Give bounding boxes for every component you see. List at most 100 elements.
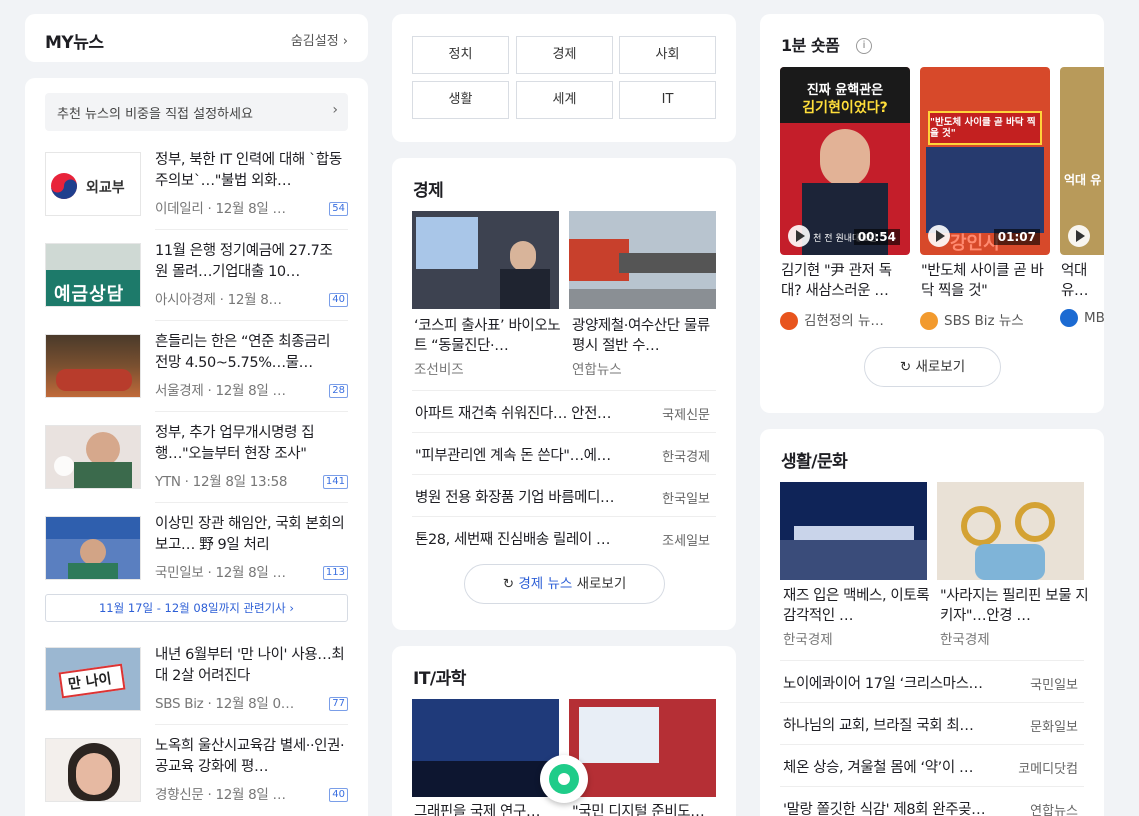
related-articles-link[interactable]: 11월 17일 - 12월 08일까지 관련기사 › xyxy=(45,594,348,622)
list-item[interactable]: '말랑 쫄깃한 식감' 제8회 완주곶… 연합뉴스 xyxy=(780,786,1084,816)
related-count-badge[interactable]: 40 xyxy=(329,293,348,307)
list-item[interactable]: 정부, 추가 업무개시명령 집행…"오늘부터 현장 조사" YTN · 12월 … xyxy=(45,425,348,507)
news-headline[interactable]: 체온 상승, 겨울철 몸에 ‘약’이 … xyxy=(783,756,1003,777)
press-name[interactable]: 연합뉴스 xyxy=(1030,800,1078,816)
news-headline[interactable]: 내년 6월부터 '만 나이' 사용…최대 2살 어려진다 xyxy=(155,645,345,687)
list-item[interactable]: 흔들리는 한은 “연준 최종금리 전망 4.50~5.75%…물… 서울경제 ·… xyxy=(45,334,348,416)
press-name[interactable]: 문화일보 xyxy=(1030,716,1078,735)
press-name[interactable]: 코메디닷컴 xyxy=(1018,758,1078,777)
news-source: SBS Biz · 12월 8일 0… xyxy=(155,696,295,712)
list-item[interactable]: 하나님의 교회, 브라질 국회 최… 문화일보 xyxy=(780,702,1084,744)
news-headline[interactable]: 하나님의 교회, 브라질 국회 최… xyxy=(783,714,1013,735)
news-thumbnail[interactable] xyxy=(412,211,559,309)
news-thumbnail[interactable] xyxy=(569,211,716,309)
list-item[interactable]: 톤28, 세번째 진심배송 릴레이 … 조세일보 xyxy=(412,516,716,558)
related-count-badge[interactable]: 113 xyxy=(322,566,348,580)
news-headline[interactable]: 노옥희 울산시교육감 별세··인권·공교육 강화에 평… xyxy=(155,736,345,778)
category-world[interactable]: 세계 xyxy=(516,81,613,119)
list-item[interactable]: 체온 상승, 겨울철 몸에 ‘약’이 … 코메디닷컴 xyxy=(780,744,1084,786)
press-name[interactable]: 국민일보 xyxy=(1030,674,1078,693)
short-video-card[interactable]: 진짜 윤핵관은 김기현이었다? 천 전 원내대표인 00:54 xyxy=(780,67,910,255)
list-item[interactable]: 노이에콰이어 17일 ‘크리스마스… 국민일보 xyxy=(780,660,1084,702)
divider xyxy=(155,724,348,725)
chevron-right-icon: › xyxy=(332,102,338,118)
short-video-card[interactable]: "반도체 사이클 곧 바닥 찍을 것" 강인시 01:07 xyxy=(920,67,1050,255)
news-source: 한국경제 xyxy=(940,632,990,648)
category-it[interactable]: IT xyxy=(619,81,716,119)
short-video-title[interactable]: 김기현 "尹 관저 독대? 새삼스러운 … xyxy=(781,261,911,301)
thumb-label: 예금상담 xyxy=(54,284,125,305)
list-item[interactable]: "피부관리엔 계속 돈 쓴다"…에… 한국경제 xyxy=(412,432,716,474)
news-headline[interactable]: 11월 은행 정기예금에 27.7조원 몰려…기업대출 10… xyxy=(155,241,345,283)
shorts-refresh-button[interactable]: ↻ 새로보기 xyxy=(864,347,1001,387)
press-name[interactable]: 한국경제 xyxy=(662,446,710,465)
floating-action-button[interactable] xyxy=(540,755,588,803)
news-headline[interactable]: 노이에콰이어 17일 ‘크리스마스… xyxy=(783,672,1013,693)
short-video-card[interactable]: 억대 유 xyxy=(1060,67,1104,255)
related-count-badge[interactable]: 141 xyxy=(322,475,348,489)
divider xyxy=(155,320,348,321)
thumb-shape xyxy=(68,563,118,579)
video-overlay-text: "반도체 사이클 곧 바닥 찍을 것" xyxy=(930,117,1036,139)
hide-settings-link[interactable]: 숨김설정 › xyxy=(291,30,348,49)
related-count-badge[interactable]: 40 xyxy=(329,788,348,802)
category-economy[interactable]: 경제 xyxy=(516,36,613,74)
news-headline[interactable]: 정부, 추가 업무개시명령 집행…"오늘부터 현장 조사" xyxy=(155,423,345,465)
category-politics[interactable]: 정치 xyxy=(412,36,509,74)
recommend-setting-bar[interactable]: 추천 뉴스의 비중을 직접 설정하세요 › xyxy=(45,93,348,131)
video-overlay-text: 억대 유 xyxy=(1064,173,1102,187)
list-item[interactable]: 외교부 정부, 북한 IT 인력에 대해 `합동주의보`…"불법 외화… 이데일… xyxy=(45,152,348,234)
thumb-shape xyxy=(975,544,1045,580)
news-thumbnail[interactable] xyxy=(412,699,559,797)
list-item[interactable]: 예금상담 11월 은행 정기예금에 27.7조원 몰려…기업대출 10… 아시아… xyxy=(45,243,348,325)
short-channel[interactable]: MB… xyxy=(1060,309,1104,327)
news-headline[interactable]: "사라지는 필리핀 보물 지키자"…안경 … xyxy=(940,586,1090,626)
short-channel[interactable]: SBS Biz 뉴스 xyxy=(920,309,1024,330)
news-source: 조선비즈 xyxy=(414,362,464,378)
list-item[interactable]: 만 나이 내년 6월부터 '만 나이' 사용…최대 2살 어려진다 SBS Bi… xyxy=(45,647,348,729)
section-title: 생활/문화 xyxy=(781,452,848,472)
news-headline[interactable]: "국민 디지털 준비도… xyxy=(572,802,722,816)
video-duration: 00:54 xyxy=(853,229,900,245)
list-item[interactable]: 노옥희 울산시교육감 별세··인권·공교육 강화에 평… 경향신문 · 12월 … xyxy=(45,738,348,816)
section-title: 경제 xyxy=(413,181,444,201)
news-headline[interactable]: ‘코스피 출사표’ 바이오노트 “동물진단·… xyxy=(414,316,564,356)
list-item[interactable]: 아파트 재건축 쉬워진다… 안전… 국제신문 xyxy=(412,390,716,432)
news-headline[interactable]: 정부, 북한 IT 인력에 대해 `합동주의보`…"불법 외화… xyxy=(155,150,345,192)
economy-refresh-button[interactable]: ↻ 경제 뉴스 새로보기 xyxy=(464,564,665,604)
related-count-badge[interactable]: 77 xyxy=(329,697,348,711)
related-count-badge[interactable]: 54 xyxy=(329,202,348,216)
press-name[interactable]: 국제신문 xyxy=(662,404,710,423)
thumb-shape xyxy=(579,707,659,763)
press-name[interactable]: 조세일보 xyxy=(662,530,710,549)
news-headline[interactable]: 병원 전용 화장품 기업 바름메디… xyxy=(415,486,643,507)
news-headline[interactable]: 흔들리는 한은 “연준 최종금리 전망 4.50~5.75%…물… xyxy=(155,332,345,374)
info-icon[interactable]: i xyxy=(856,38,872,54)
press-name[interactable]: 한국일보 xyxy=(662,488,710,507)
thumb-shape xyxy=(780,540,927,580)
category-life[interactable]: 생활 xyxy=(412,81,509,119)
news-thumbnail[interactable] xyxy=(569,699,716,797)
list-item[interactable]: 이상민 장관 해임안, 국회 본회의 보고… 野 9일 처리 국민일보 · 12… xyxy=(45,516,348,598)
news-headline[interactable]: 톤28, 세번째 진심배송 릴레이 … xyxy=(415,528,643,549)
news-headline[interactable]: 재즈 입은 맥베스, 이토록 감각적인 … xyxy=(783,586,933,626)
green-dot-icon xyxy=(549,764,579,794)
news-headline[interactable]: 그래핀을 국제 연구… xyxy=(414,802,564,816)
news-headline[interactable]: 이상민 장관 해임안, 국회 본회의 보고… 野 9일 처리 xyxy=(155,514,345,556)
list-item[interactable]: 병원 전용 화장품 기업 바름메디… 한국일보 xyxy=(412,474,716,516)
short-video-title[interactable]: "반도체 사이클 곧 바닥 찍을 것" xyxy=(921,261,1051,301)
short-video-title[interactable]: 억대 유… 작한 금… xyxy=(1061,261,1104,301)
news-headline[interactable]: "피부관리엔 계속 돈 쓴다"…에… xyxy=(415,444,643,465)
news-thumbnail[interactable] xyxy=(780,482,927,580)
news-headline[interactable]: 아파트 재건축 쉬워진다… 안전… xyxy=(415,402,643,423)
video-overlay-text: 김기현이었다? xyxy=(802,100,888,116)
news-headline[interactable]: 광양제철·여수산단 물류 평시 절반 수… xyxy=(572,316,722,356)
news-thumbnail[interactable] xyxy=(937,482,1084,580)
thumb-shape xyxy=(510,241,536,271)
refresh-button-label: 새로보기 xyxy=(915,359,966,375)
news-headline[interactable]: '말랑 쫄깃한 식감' 제8회 완주곶… xyxy=(783,798,1013,816)
news-source: 경향신문 · 12월 8일 … xyxy=(155,787,286,803)
related-count-badge[interactable]: 28 xyxy=(329,384,348,398)
category-society[interactable]: 사회 xyxy=(619,36,716,74)
short-channel[interactable]: 김현정의 뉴… xyxy=(780,309,884,330)
